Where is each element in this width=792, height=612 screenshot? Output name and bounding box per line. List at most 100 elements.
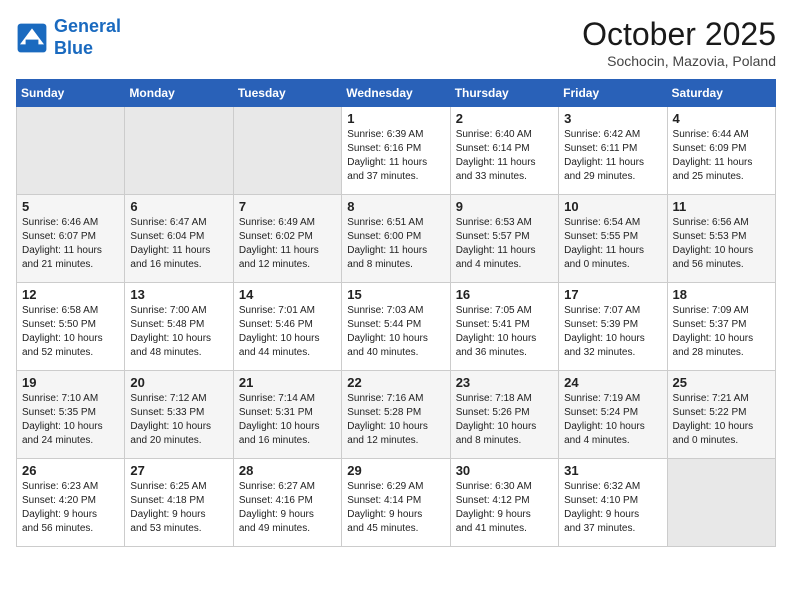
logo-icon — [16, 22, 48, 54]
day-number: 8 — [347, 199, 444, 214]
day-info: Sunrise: 7:18 AM Sunset: 5:26 PM Dayligh… — [456, 392, 553, 448]
calendar-cell: 19 Sunrise: 7:10 AM Sunset: 5:35 PM Dayli… — [17, 371, 125, 459]
day-info: Sunrise: 6:53 AM Sunset: 5:57 PM Dayligh… — [456, 216, 553, 272]
day-number: 28 — [239, 463, 336, 478]
day-info: Sunrise: 6:29 AM Sunset: 4:14 PM Dayligh… — [347, 480, 444, 536]
title-block: October 2025 Sochocin, Mazovia, Poland — [582, 16, 776, 69]
day-info: Sunrise: 6:39 AM Sunset: 6:16 PM Dayligh… — [347, 128, 444, 184]
month-title: October 2025 — [582, 16, 776, 53]
calendar-cell: 18Sunrise: 7:09 AM Sunset: 5:37 PM Dayli… — [667, 283, 775, 371]
day-info: Sunrise: 7:07 AM Sunset: 5:39 PM Dayligh… — [564, 304, 661, 360]
header-cell-saturday: Saturday — [667, 80, 775, 107]
calendar-cell: 20 Sunrise: 7:12 AM Sunset: 5:33 PM Dayli… — [125, 371, 233, 459]
header-cell-thursday: Thursday — [450, 80, 558, 107]
logo: General Blue — [16, 16, 121, 59]
calendar-cell: 22 Sunrise: 7:16 AM Sunset: 5:28 PM Dayli… — [342, 371, 450, 459]
calendar-cell: 21 Sunrise: 7:14 AM Sunset: 5:31 PM Dayli… — [233, 371, 341, 459]
day-info: Sunrise: 7:03 AM Sunset: 5:44 PM Dayligh… — [347, 304, 444, 360]
day-number: 23 — [456, 375, 553, 390]
day-number: 20 — [130, 375, 227, 390]
calendar-cell: 28 Sunrise: 6:27 AM Sunset: 4:16 PM Dayli… — [233, 459, 341, 547]
location-subtitle: Sochocin, Mazovia, Poland — [582, 53, 776, 69]
calendar-header: SundayMondayTuesdayWednesdayThursdayFrid… — [17, 80, 776, 107]
calendar-cell: 14Sunrise: 7:01 AM Sunset: 5:46 PM Dayli… — [233, 283, 341, 371]
day-info: Sunrise: 7:16 AM Sunset: 5:28 PM Dayligh… — [347, 392, 444, 448]
header-row: SundayMondayTuesdayWednesdayThursdayFrid… — [17, 80, 776, 107]
day-number: 25 — [673, 375, 770, 390]
header-cell-friday: Friday — [559, 80, 667, 107]
calendar-week-2: 5Sunrise: 6:46 AM Sunset: 6:07 PM Daylig… — [17, 195, 776, 283]
calendar-cell: 23 Sunrise: 7:18 AM Sunset: 5:26 PM Dayli… — [450, 371, 558, 459]
calendar-cell: 31 Sunrise: 6:32 AM Sunset: 4:10 PM Dayli… — [559, 459, 667, 547]
day-number: 31 — [564, 463, 661, 478]
day-number: 21 — [239, 375, 336, 390]
day-number: 26 — [22, 463, 119, 478]
calendar-cell: 26 Sunrise: 6:23 AM Sunset: 4:20 PM Dayli… — [17, 459, 125, 547]
calendar-cell: 27Sunrise: 6:25 AM Sunset: 4:18 PM Dayli… — [125, 459, 233, 547]
calendar-cell — [667, 459, 775, 547]
calendar-cell: 7 Sunrise: 6:49 AM Sunset: 6:02 PM Daylig… — [233, 195, 341, 283]
day-number: 14 — [239, 287, 336, 302]
calendar-week-1: 1 Sunrise: 6:39 AM Sunset: 6:16 PM Daylig… — [17, 107, 776, 195]
day-number: 17 — [564, 287, 661, 302]
calendar-cell: 13Sunrise: 7:00 AM Sunset: 5:48 PM Dayli… — [125, 283, 233, 371]
day-number: 19 — [22, 375, 119, 390]
day-number: 30 — [456, 463, 553, 478]
calendar-week-3: 12 Sunrise: 6:58 AM Sunset: 5:50 PM Dayli… — [17, 283, 776, 371]
calendar-cell: 2Sunrise: 6:40 AM Sunset: 6:14 PM Daylig… — [450, 107, 558, 195]
day-number: 11 — [673, 199, 770, 214]
header-cell-wednesday: Wednesday — [342, 80, 450, 107]
day-number: 3 — [564, 111, 661, 126]
day-number: 24 — [564, 375, 661, 390]
day-number: 9 — [456, 199, 553, 214]
day-number: 27 — [130, 463, 227, 478]
calendar-week-4: 19 Sunrise: 7:10 AM Sunset: 5:35 PM Dayli… — [17, 371, 776, 459]
day-number: 7 — [239, 199, 336, 214]
day-info: Sunrise: 7:05 AM Sunset: 5:41 PM Dayligh… — [456, 304, 553, 360]
logo-line1: General — [54, 16, 121, 36]
header-cell-monday: Monday — [125, 80, 233, 107]
day-number: 15 — [347, 287, 444, 302]
calendar-cell: 8Sunrise: 6:51 AM Sunset: 6:00 PM Daylig… — [342, 195, 450, 283]
day-number: 1 — [347, 111, 444, 126]
day-number: 29 — [347, 463, 444, 478]
day-info: Sunrise: 7:14 AM Sunset: 5:31 PM Dayligh… — [239, 392, 336, 448]
logo-line2: Blue — [54, 38, 93, 58]
day-info: Sunrise: 6:54 AM Sunset: 5:55 PM Dayligh… — [564, 216, 661, 272]
calendar-cell: 15 Sunrise: 7:03 AM Sunset: 5:44 PM Dayli… — [342, 283, 450, 371]
calendar-cell: 29 Sunrise: 6:29 AM Sunset: 4:14 PM Dayli… — [342, 459, 450, 547]
calendar-week-5: 26 Sunrise: 6:23 AM Sunset: 4:20 PM Dayli… — [17, 459, 776, 547]
day-info: Sunrise: 7:09 AM Sunset: 5:37 PM Dayligh… — [673, 304, 770, 360]
day-number: 22 — [347, 375, 444, 390]
day-info: Sunrise: 7:12 AM Sunset: 5:33 PM Dayligh… — [130, 392, 227, 448]
calendar-cell — [17, 107, 125, 195]
day-info: Sunrise: 6:56 AM Sunset: 5:53 PM Dayligh… — [673, 216, 770, 272]
calendar-cell: 30 Sunrise: 6:30 AM Sunset: 4:12 PM Dayli… — [450, 459, 558, 547]
day-info: Sunrise: 6:40 AM Sunset: 6:14 PM Dayligh… — [456, 128, 553, 184]
day-number: 12 — [22, 287, 119, 302]
calendar-cell: 5Sunrise: 6:46 AM Sunset: 6:07 PM Daylig… — [17, 195, 125, 283]
header-cell-tuesday: Tuesday — [233, 80, 341, 107]
day-info: Sunrise: 6:23 AM Sunset: 4:20 PM Dayligh… — [22, 480, 119, 536]
calendar-cell: 9 Sunrise: 6:53 AM Sunset: 5:57 PM Daylig… — [450, 195, 558, 283]
calendar-cell — [233, 107, 341, 195]
day-info: Sunrise: 6:58 AM Sunset: 5:50 PM Dayligh… — [22, 304, 119, 360]
day-info: Sunrise: 6:49 AM Sunset: 6:02 PM Dayligh… — [239, 216, 336, 272]
calendar-body: 1 Sunrise: 6:39 AM Sunset: 6:16 PM Daylig… — [17, 107, 776, 547]
day-info: Sunrise: 6:42 AM Sunset: 6:11 PM Dayligh… — [564, 128, 661, 184]
day-info: Sunrise: 6:46 AM Sunset: 6:07 PM Dayligh… — [22, 216, 119, 272]
day-info: Sunrise: 6:30 AM Sunset: 4:12 PM Dayligh… — [456, 480, 553, 536]
day-info: Sunrise: 7:00 AM Sunset: 5:48 PM Dayligh… — [130, 304, 227, 360]
day-info: Sunrise: 6:27 AM Sunset: 4:16 PM Dayligh… — [239, 480, 336, 536]
day-info: Sunrise: 7:10 AM Sunset: 5:35 PM Dayligh… — [22, 392, 119, 448]
day-info: Sunrise: 6:32 AM Sunset: 4:10 PM Dayligh… — [564, 480, 661, 536]
calendar-table: SundayMondayTuesdayWednesdayThursdayFrid… — [16, 79, 776, 547]
logo-text: General Blue — [54, 16, 121, 59]
calendar-cell: 24Sunrise: 7:19 AM Sunset: 5:24 PM Dayli… — [559, 371, 667, 459]
calendar-cell: 16Sunrise: 7:05 AM Sunset: 5:41 PM Dayli… — [450, 283, 558, 371]
day-number: 6 — [130, 199, 227, 214]
page-header: General Blue October 2025 Sochocin, Mazo… — [16, 16, 776, 69]
calendar-cell: 25 Sunrise: 7:21 AM Sunset: 5:22 PM Dayli… — [667, 371, 775, 459]
day-info: Sunrise: 7:21 AM Sunset: 5:22 PM Dayligh… — [673, 392, 770, 448]
calendar-cell: 6Sunrise: 6:47 AM Sunset: 6:04 PM Daylig… — [125, 195, 233, 283]
